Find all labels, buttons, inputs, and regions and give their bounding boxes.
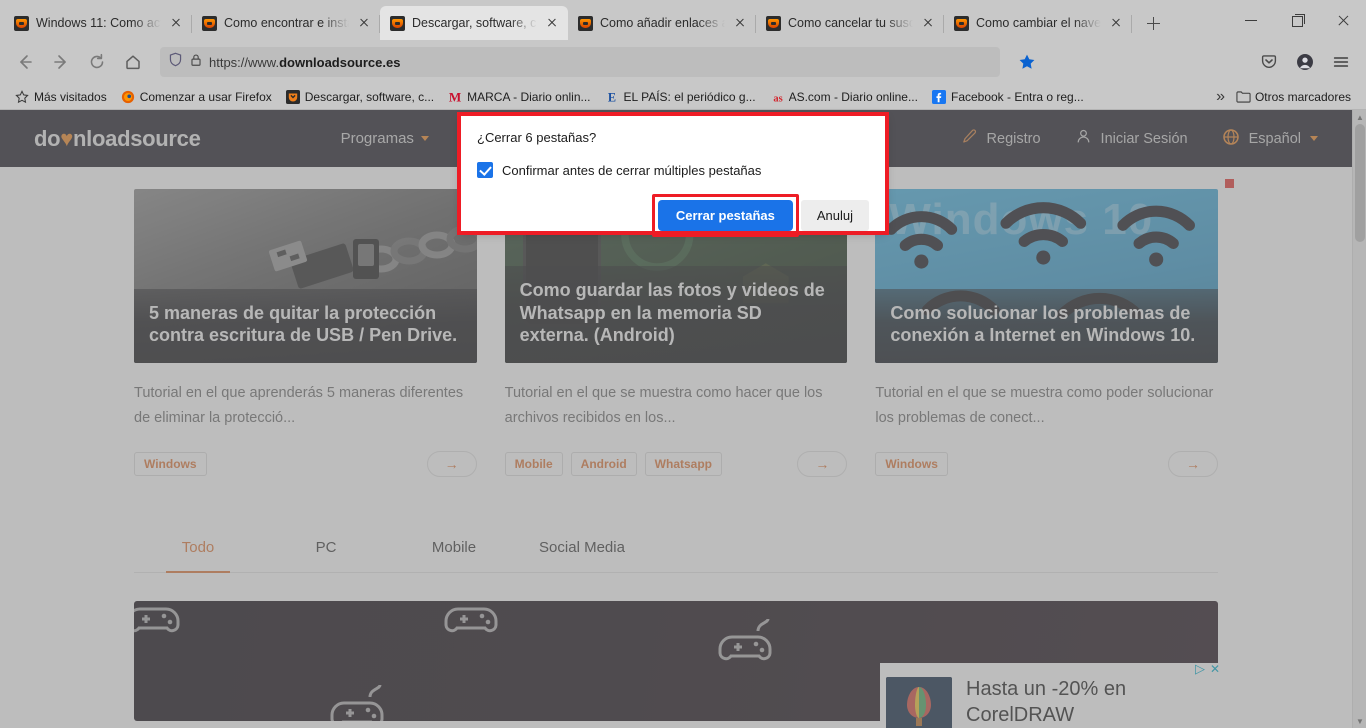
bookmark-label: Más visitados bbox=[34, 89, 107, 104]
tab-close-icon[interactable] bbox=[920, 15, 936, 31]
folder-icon bbox=[1236, 90, 1251, 104]
back-button[interactable] bbox=[8, 45, 42, 79]
app-menu-icon[interactable] bbox=[1324, 45, 1358, 79]
navigation-toolbar: https://www.downloadsource.es bbox=[0, 40, 1366, 84]
bookmark-mas-visitados[interactable]: Más visitados bbox=[8, 88, 114, 106]
firefox-icon bbox=[121, 90, 135, 104]
confirm-checkbox-label: Confirmar antes de cerrar múltiples pest… bbox=[502, 162, 762, 178]
tab-title: Como añadir enlaces a la bbox=[600, 16, 725, 30]
new-tab-button[interactable] bbox=[1138, 8, 1168, 38]
bookmark-as[interactable]: as AS.com - Diario online... bbox=[763, 88, 925, 106]
dialog-buttons: Cerrar pestañas Anuluj bbox=[477, 194, 869, 237]
tab-title: Descargar, software, con bbox=[412, 16, 537, 30]
tab-title: Como encontrar e instal bbox=[224, 16, 349, 30]
toolbar-right-icons bbox=[1252, 45, 1358, 79]
tab-favicon bbox=[14, 15, 29, 31]
star-outline-icon bbox=[15, 89, 29, 104]
tab-title: Como cancelar tu suscrip bbox=[788, 16, 913, 30]
minimize-button[interactable] bbox=[1228, 4, 1274, 36]
bookmark-downloadsource[interactable]: Descargar, software, c... bbox=[279, 88, 441, 106]
url-text: https://www.downloadsource.es bbox=[209, 54, 401, 70]
tab-title: Como cambiar el navega bbox=[976, 16, 1101, 30]
browser-tab-6[interactable]: Como cambiar el navega bbox=[944, 6, 1132, 40]
downloadsource-icon bbox=[285, 89, 300, 104]
browser-tab-5[interactable]: Como cancelar tu suscrip bbox=[756, 6, 944, 40]
facebook-icon bbox=[931, 89, 946, 104]
tab-close-icon[interactable] bbox=[1108, 15, 1124, 31]
bookmark-label: MARCA - Diario onlin... bbox=[467, 89, 591, 104]
tab-favicon bbox=[202, 15, 217, 31]
restore-button[interactable] bbox=[1274, 4, 1320, 36]
tab-favicon bbox=[766, 15, 781, 31]
browser-tab-1[interactable]: Windows 11: Como activ bbox=[4, 6, 192, 40]
bookmark-label: Facebook - Entra o reg... bbox=[950, 89, 1084, 104]
bookmark-facebook[interactable]: Facebook - Entra o reg... bbox=[925, 88, 1091, 106]
browser-tab-2[interactable]: Como encontrar e instal bbox=[192, 6, 380, 40]
bookmarks-overflow[interactable]: » bbox=[1216, 88, 1229, 106]
bookmarks-bar: Más visitados Comenzar a usar Firefox De… bbox=[0, 84, 1366, 110]
window-controls bbox=[1228, 0, 1366, 40]
close-tabs-confirm-button[interactable]: Cerrar pestañas bbox=[657, 200, 793, 231]
chevron-double-right-icon: » bbox=[1216, 87, 1225, 105]
other-bookmarks-folder[interactable]: Otros marcadores bbox=[1229, 88, 1358, 106]
reload-button[interactable] bbox=[80, 45, 114, 79]
close-window-button[interactable] bbox=[1320, 4, 1366, 36]
bookmark-label: EL PAÍS: el periódico g... bbox=[623, 89, 756, 104]
browser-tab-4[interactable]: Como añadir enlaces a la bbox=[568, 6, 756, 40]
dialog-title: ¿Cerrar 6 pestañas? bbox=[477, 130, 597, 145]
browser-tab-3-active[interactable]: Descargar, software, con bbox=[380, 6, 568, 40]
url-bar[interactable]: https://www.downloadsource.es bbox=[160, 47, 1000, 77]
tab-close-icon[interactable] bbox=[168, 15, 184, 31]
elpais-icon: E bbox=[605, 90, 619, 104]
pocket-icon[interactable] bbox=[1252, 45, 1286, 79]
tab-strip: Windows 11: Como activ Como encontrar e … bbox=[0, 0, 1366, 40]
marca-icon: M bbox=[448, 89, 462, 104]
other-bookmarks-label: Otros marcadores bbox=[1254, 89, 1351, 104]
lock-icon[interactable] bbox=[189, 53, 203, 72]
forward-button[interactable] bbox=[44, 45, 78, 79]
account-icon[interactable] bbox=[1288, 45, 1322, 79]
shield-icon[interactable] bbox=[168, 52, 183, 72]
bookmark-label: Comenzar a usar Firefox bbox=[139, 89, 272, 104]
bookmark-star-icon[interactable] bbox=[1010, 47, 1044, 77]
bookmark-label: AS.com - Diario online... bbox=[788, 89, 918, 104]
tab-title: Windows 11: Como activ bbox=[36, 16, 161, 30]
tab-favicon bbox=[954, 15, 969, 31]
tab-close-icon[interactable] bbox=[356, 15, 372, 31]
bookmark-marca[interactable]: M MARCA - Diario onlin... bbox=[441, 88, 597, 106]
tab-favicon bbox=[390, 15, 405, 31]
tab-close-icon[interactable] bbox=[544, 15, 560, 31]
confirm-button-highlight: Cerrar pestañas bbox=[651, 194, 799, 237]
bookmark-firefox[interactable]: Comenzar a usar Firefox bbox=[114, 88, 279, 106]
bookmark-label: Descargar, software, c... bbox=[304, 89, 435, 104]
tab-favicon bbox=[578, 15, 593, 31]
as-icon: as bbox=[770, 90, 784, 104]
confirm-checkbox-row[interactable]: Confirmar antes de cerrar múltiples pest… bbox=[477, 162, 869, 178]
bookmark-elpais[interactable]: E EL PAÍS: el periódico g... bbox=[598, 88, 763, 106]
tab-close-icon[interactable] bbox=[732, 15, 748, 31]
close-tabs-cancel-button[interactable]: Anuluj bbox=[800, 200, 869, 231]
close-tabs-dialog: ¿Cerrar 6 pestañas? Confirmar antes de c… bbox=[461, 116, 885, 237]
confirm-checkbox[interactable] bbox=[477, 162, 493, 178]
svg-text:E: E bbox=[607, 90, 615, 104]
firefox-browser-window: Windows 11: Como activ Como encontrar e … bbox=[0, 0, 1366, 728]
svg-text:M: M bbox=[449, 90, 461, 104]
svg-text:as: as bbox=[773, 93, 782, 104]
home-button[interactable] bbox=[116, 45, 150, 79]
